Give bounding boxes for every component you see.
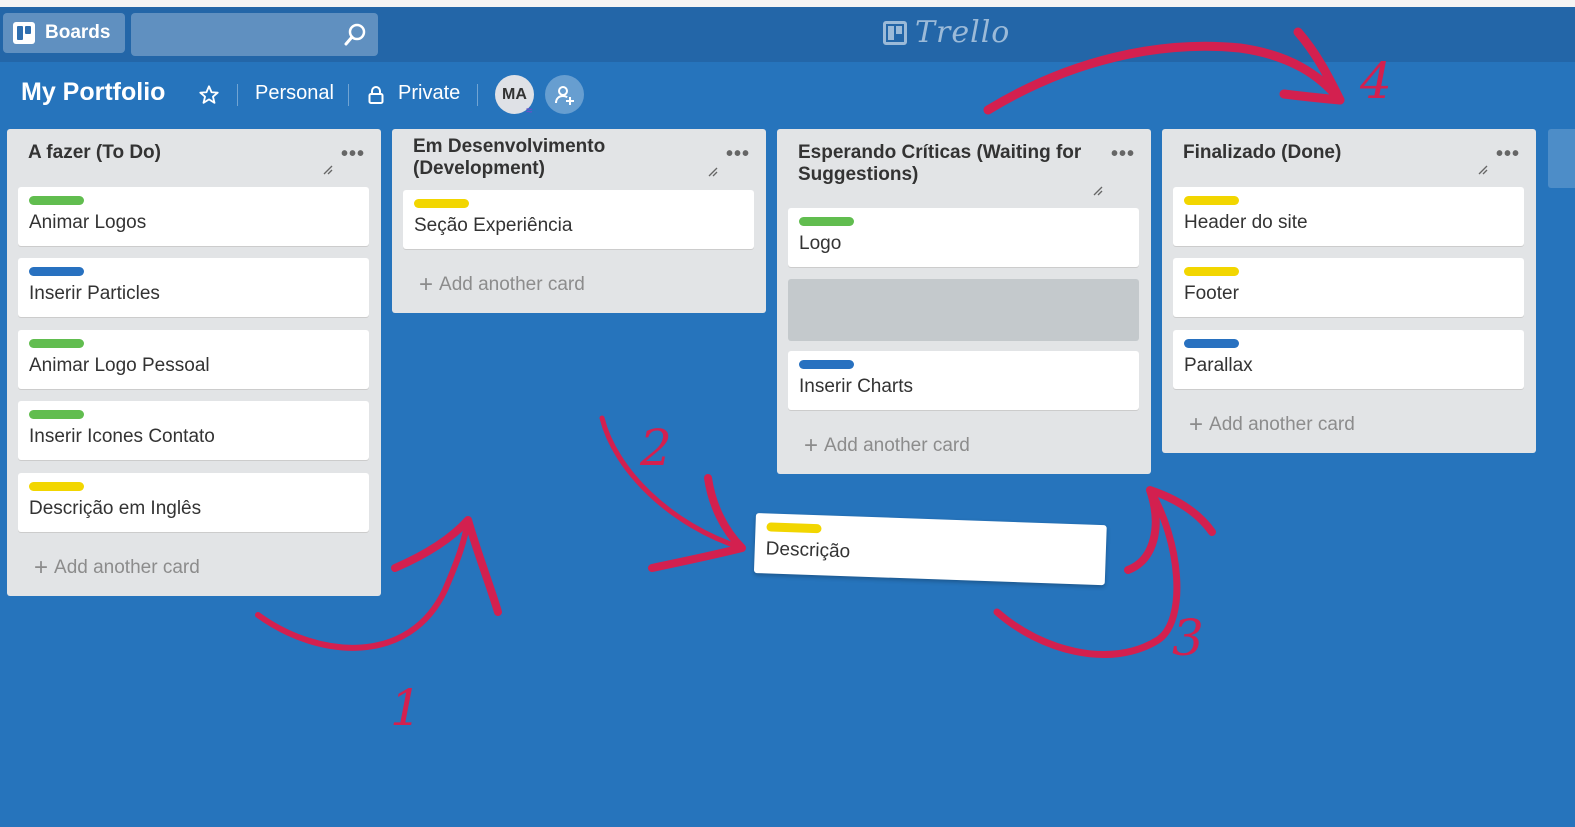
card[interactable]: Inserir Particles bbox=[18, 258, 369, 317]
list-menu-icon[interactable]: ••• bbox=[726, 143, 750, 166]
card[interactable]: Descrição em Inglês bbox=[18, 473, 369, 532]
card-label bbox=[414, 199, 469, 208]
add-card-button[interactable]: + Add another card bbox=[419, 271, 585, 298]
card[interactable]: Animar Logo Pessoal bbox=[18, 330, 369, 389]
card-title: Logo bbox=[799, 233, 842, 254]
card-title: Descrição bbox=[765, 538, 851, 563]
list-menu-icon[interactable]: ••• bbox=[1496, 143, 1520, 166]
card[interactable]: Footer bbox=[1173, 258, 1524, 317]
divider bbox=[237, 84, 238, 106]
card-label bbox=[766, 522, 822, 534]
add-card-button[interactable]: + Add another card bbox=[34, 554, 200, 581]
card-label bbox=[1184, 339, 1239, 348]
list-title[interactable]: Finalizado (Done) bbox=[1183, 142, 1468, 164]
annotation-arrow-1-head bbox=[391, 516, 502, 616]
list-menu-icon[interactable]: ••• bbox=[341, 143, 365, 166]
trello-logo-text: Trello bbox=[915, 15, 1011, 50]
list-to-do[interactable]: A fazer (To Do) ••• Animar Logos Inserir… bbox=[7, 129, 381, 596]
boards-label: Boards bbox=[45, 22, 111, 43]
card-label bbox=[799, 217, 854, 226]
add-card-label: Add another card bbox=[824, 435, 970, 456]
card[interactable]: Inserir Icones Contato bbox=[18, 401, 369, 460]
card-title: Header do site bbox=[1184, 212, 1308, 233]
add-person-icon bbox=[554, 85, 574, 105]
card[interactable]: Parallax bbox=[1173, 330, 1524, 389]
card[interactable]: Inserir Charts bbox=[788, 351, 1139, 410]
card-label bbox=[799, 360, 854, 369]
board-title[interactable]: My Portfolio bbox=[21, 78, 165, 107]
add-card-button[interactable]: + Add another card bbox=[1189, 411, 1355, 438]
member-avatar[interactable]: MA ≈ bbox=[495, 75, 534, 117]
annotation-arrow-2 bbox=[599, 415, 745, 551]
card-title: Animar Logo Pessoal bbox=[29, 355, 210, 376]
card[interactable]: Logo bbox=[788, 208, 1139, 267]
card-title: Inserir Particles bbox=[29, 283, 160, 304]
drop-placeholder bbox=[788, 279, 1139, 341]
annotation-number: 3 bbox=[1172, 609, 1204, 667]
search-input[interactable] bbox=[131, 13, 378, 56]
team-button[interactable]: Personal bbox=[255, 82, 334, 105]
star-icon[interactable] bbox=[198, 84, 220, 106]
annotation-arrow-2-head bbox=[648, 474, 746, 572]
add-card-label: Add another card bbox=[439, 274, 585, 295]
app-header: Boards Trello bbox=[0, 7, 1575, 62]
avatar-initials: MA bbox=[502, 85, 527, 103]
list-title[interactable]: Em Desenvolvimento (Development) bbox=[413, 136, 698, 180]
boards-button[interactable]: Boards bbox=[3, 13, 125, 53]
add-card-label: Add another card bbox=[1209, 414, 1355, 435]
divider bbox=[348, 84, 349, 106]
resize-icon bbox=[1478, 165, 1488, 175]
next-list-edge[interactable] bbox=[1548, 129, 1575, 188]
card-label bbox=[29, 339, 84, 348]
card-label bbox=[29, 482, 84, 491]
card[interactable]: Seção Experiência bbox=[403, 190, 754, 249]
resize-icon bbox=[708, 167, 718, 177]
card-title: Inserir Icones Contato bbox=[29, 426, 215, 447]
list-waiting-for-suggestions[interactable]: Esperando Críticas (Waiting for Suggesti… bbox=[777, 129, 1151, 474]
plus-icon: + bbox=[419, 271, 434, 298]
visibility-button[interactable]: Private bbox=[398, 82, 460, 105]
resize-icon bbox=[323, 165, 333, 175]
add-card-button[interactable]: + Add another card bbox=[804, 432, 970, 459]
card-label bbox=[1184, 196, 1239, 205]
card-label bbox=[29, 410, 84, 419]
plus-icon: + bbox=[804, 432, 819, 459]
admin-badge-icon: ≈ bbox=[525, 105, 532, 117]
card-title: Descrição em Inglês bbox=[29, 498, 202, 519]
board-header: My Portfolio Personal Private MA ≈ bbox=[0, 62, 1575, 128]
list-title[interactable]: Esperando Críticas (Waiting for Suggesti… bbox=[798, 142, 1083, 186]
browser-top-strip bbox=[0, 0, 1575, 7]
trello-logo[interactable]: Trello bbox=[883, 15, 1010, 50]
card-label bbox=[29, 267, 84, 276]
list-menu-icon[interactable]: ••• bbox=[1111, 143, 1135, 166]
list-development[interactable]: Em Desenvolvimento (Development) ••• Seç… bbox=[392, 129, 766, 313]
annotation-number: 2 bbox=[639, 419, 672, 477]
list-title[interactable]: A fazer (To Do) bbox=[28, 142, 313, 164]
dragged-card[interactable]: Descrição bbox=[753, 513, 1107, 586]
search-icon bbox=[344, 23, 366, 46]
boards-icon bbox=[13, 22, 35, 44]
trello-logo-icon bbox=[883, 20, 907, 45]
lock-icon bbox=[368, 86, 384, 104]
card-label bbox=[29, 196, 84, 205]
card[interactable]: Header do site bbox=[1173, 187, 1524, 246]
card-label bbox=[1184, 267, 1239, 276]
card-title: Inserir Charts bbox=[799, 376, 914, 397]
card-title: Footer bbox=[1184, 283, 1239, 304]
list-done[interactable]: Finalizado (Done) ••• Header do site Foo… bbox=[1162, 129, 1536, 453]
annotation-number: 1 bbox=[390, 679, 422, 737]
card-title: Animar Logos bbox=[29, 212, 147, 233]
plus-icon: + bbox=[34, 554, 49, 581]
add-card-label: Add another card bbox=[54, 557, 200, 578]
card[interactable]: Animar Logos bbox=[18, 187, 369, 246]
card-title: Seção Experiência bbox=[414, 215, 573, 236]
resize-icon bbox=[1093, 186, 1103, 196]
annotation-arrow-3-head bbox=[1124, 486, 1216, 574]
divider bbox=[477, 84, 478, 106]
plus-icon: + bbox=[1189, 411, 1204, 438]
card-title: Parallax bbox=[1184, 355, 1253, 376]
invite-member-button[interactable] bbox=[545, 75, 584, 114]
